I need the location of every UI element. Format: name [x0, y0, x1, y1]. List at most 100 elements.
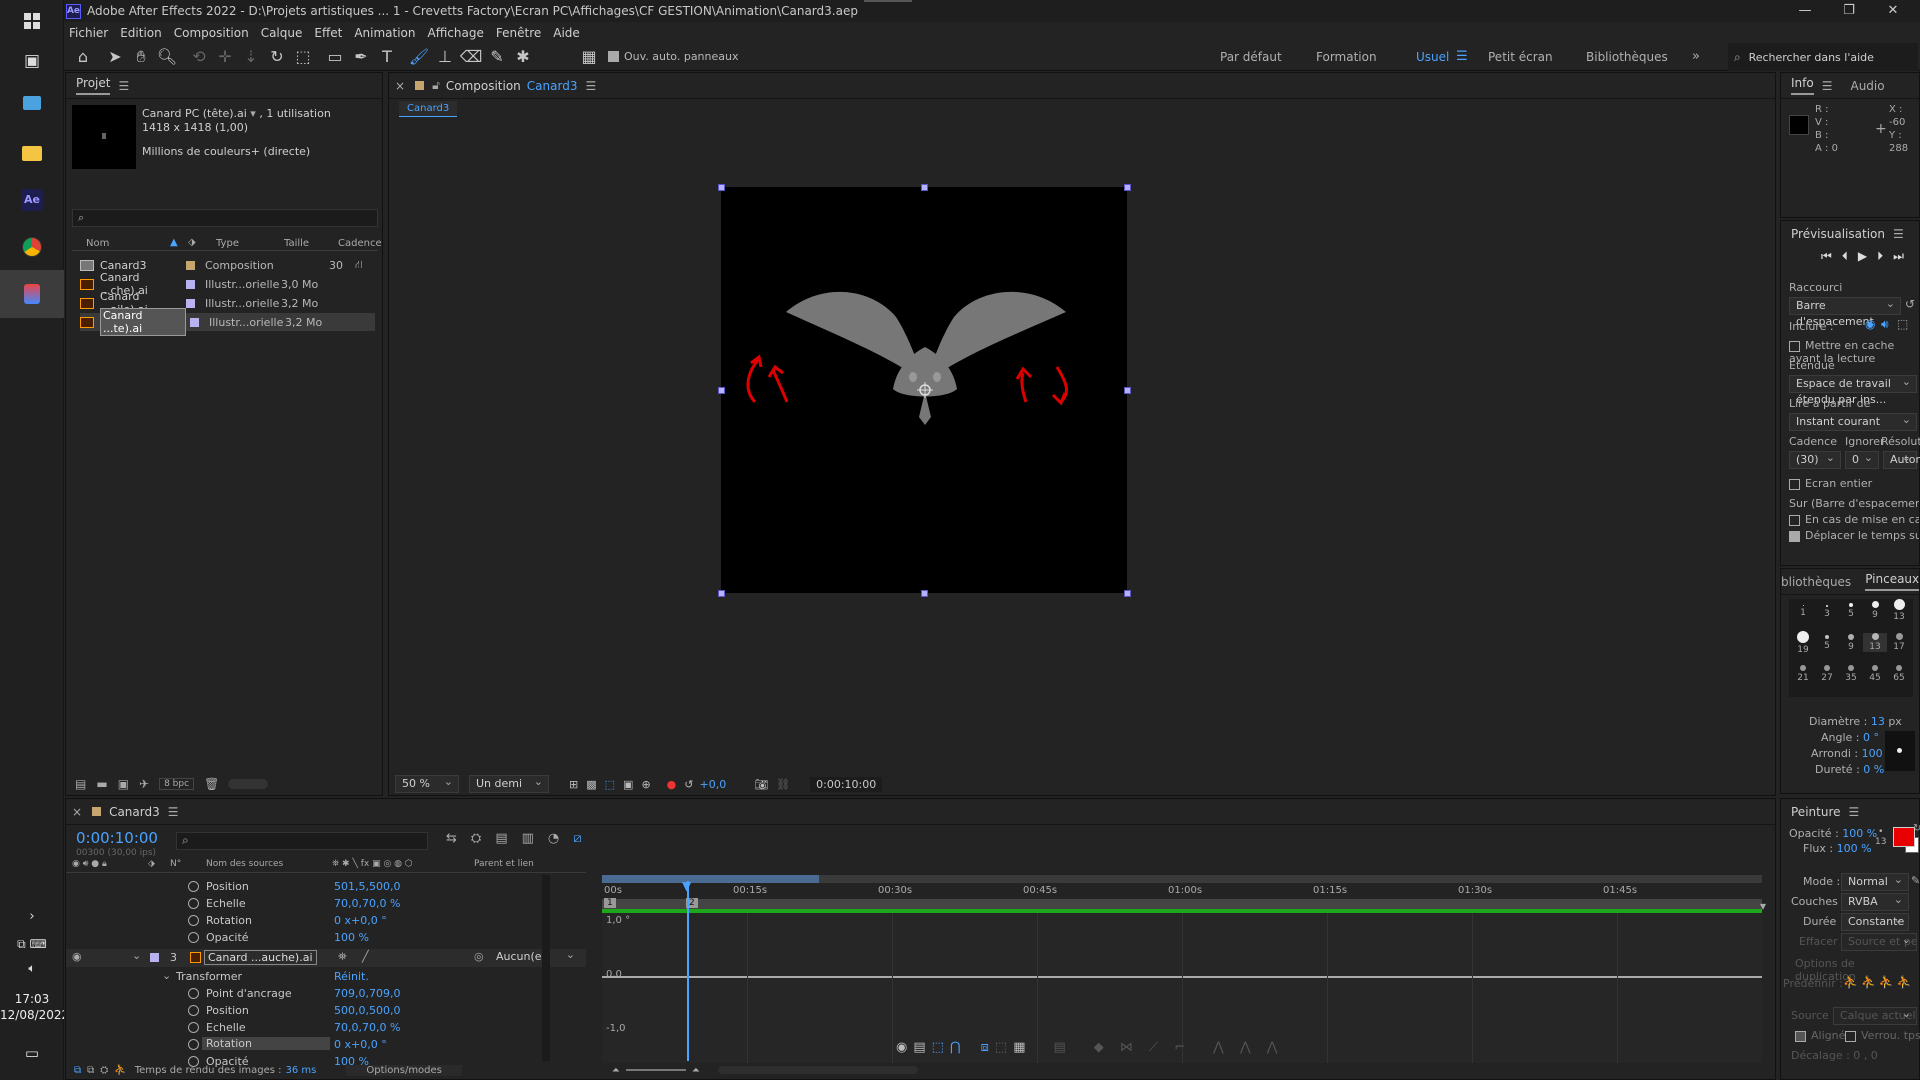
menu-affichage[interactable]: Affichage — [428, 26, 484, 40]
transform-handle[interactable] — [718, 590, 725, 597]
transform-handle[interactable] — [921, 590, 928, 597]
type-tool-icon[interactable]: T — [374, 44, 400, 70]
render-queue-icon[interactable]: ✈︎ — [139, 777, 149, 791]
pan-tool-icon[interactable]: ✛ — [212, 44, 238, 70]
chrome-icon[interactable] — [0, 232, 64, 262]
help-search[interactable]: ⌕ Rechercher dans l'aide — [1728, 43, 1918, 71]
mask-visibility-icon[interactable]: ⬚ — [605, 778, 615, 791]
stop-option-2[interactable]: Déplacer le temps sur l'instant de pré — [1789, 529, 1919, 542]
graph-separate-icon[interactable]: ▦ — [1013, 1040, 1031, 1055]
paint-duration-select[interactable]: Constante — [1841, 912, 1909, 931]
reset-icon[interactable]: ↺ — [1905, 297, 1915, 311]
transform-handle[interactable] — [1124, 590, 1131, 597]
zoom-tool-icon[interactable]: 🔍︎ — [154, 44, 180, 70]
menu-composition[interactable]: Composition — [174, 26, 249, 40]
graph-options-icon[interactable]: ▤ — [913, 1040, 931, 1055]
collapse-transform-icon[interactable]: ⛯ — [338, 950, 347, 964]
expand-chevron-icon[interactable]: ⌄ — [132, 949, 141, 962]
shy-layers-icon[interactable]: ▤ — [495, 831, 521, 846]
pick-whip-icon[interactable]: ◎ — [474, 950, 484, 963]
next-frame-icon[interactable]: ⏵ — [1877, 249, 1893, 263]
brush-preset[interactable]: 21 — [1791, 665, 1815, 683]
stopwatch-icon[interactable] — [188, 1039, 199, 1050]
libraries-tab[interactable]: bliothèques — [1781, 575, 1851, 589]
menu-aide[interactable]: Aide — [553, 26, 580, 40]
label-tag-icon[interactable]: ⬗ — [188, 237, 196, 248]
prop-value[interactable]: 70,0,70,0 % — [334, 897, 400, 910]
workspace-petit-ecran[interactable]: Petit écran — [1488, 43, 1553, 71]
paint-erase-select[interactable]: Source et peinture d... — [1841, 933, 1917, 951]
work-area-bar[interactable] — [602, 875, 1762, 883]
label-swatch[interactable] — [190, 317, 199, 327]
auto-panels-checkbox[interactable] — [608, 51, 619, 62]
hand-tool-icon[interactable]: ✋︎ — [128, 44, 154, 70]
panels-toggle-icon[interactable]: ▦ — [576, 44, 602, 70]
stopwatch-icon[interactable] — [188, 881, 199, 892]
toggle-render-time-icon[interactable]: ⛹ — [114, 1065, 126, 1076]
eraser-tool-icon[interactable]: ⌫ — [458, 44, 484, 70]
shortcut-select[interactable]: Barre d'espacement — [1789, 296, 1901, 328]
volume-icon[interactable]: 🔈︎ — [0, 958, 64, 978]
info-menu-icon[interactable]: ☰ — [1822, 79, 1833, 93]
file-explorer-icon[interactable] — [0, 138, 64, 168]
sort-asc-icon[interactable]: ▲ — [170, 237, 178, 248]
close-panel-icon[interactable]: × — [72, 805, 82, 819]
fit-selection-icon[interactable]: ⧈ — [981, 1040, 995, 1055]
include-overlays-icon[interactable]: ⬚ — [1897, 317, 1908, 331]
prop-value[interactable]: 0 x+0,0 ° — [334, 914, 387, 927]
layer-row[interactable]: ◉ ⌄ 3 Canard ...auche).ai ⛯ ╱ ◎ Aucun(e) — [66, 947, 586, 967]
play-icon[interactable]: ▶ — [1858, 249, 1877, 263]
work-area-range[interactable] — [602, 875, 819, 883]
range-select[interactable]: Espace de travail étendu par ins... — [1789, 374, 1917, 406]
brush-preset[interactable]: 65 — [1887, 665, 1911, 683]
label-swatch[interactable] — [186, 260, 195, 270]
fast-previews-icon[interactable]: ⊞ — [569, 778, 578, 791]
layer-label-swatch[interactable] — [150, 953, 159, 962]
prop-value[interactable]: 709,0,709,0 — [334, 987, 400, 1000]
reset-exposure-icon[interactable]: ↺ — [684, 778, 693, 791]
clone-stamp-tool-icon[interactable]: ⊥ — [432, 44, 458, 70]
aligned-option[interactable]: Aligné — [1795, 1029, 1845, 1042]
layer-visibility-icon[interactable]: ◉ — [72, 950, 82, 963]
current-time-indicator[interactable] — [687, 881, 689, 1061]
include-audio-icon[interactable]: 🔊︎ — [1881, 317, 1889, 332]
timeline-menu-icon[interactable]: ☰ — [168, 805, 179, 819]
parent-select[interactable]: Aucun(e) — [490, 947, 580, 967]
comp-mini-flowchart-icon[interactable]: ⇆ — [446, 831, 471, 846]
first-frame-icon[interactable]: ⏮ — [1821, 249, 1842, 263]
toggle-in-out-icon[interactable]: ⛭ — [100, 1065, 108, 1076]
transform-handle[interactable] — [921, 184, 928, 191]
playhead-icon[interactable]: ▼ — [682, 879, 691, 893]
timeline-end-icon[interactable]: ▾ — [1760, 899, 1766, 913]
fit-all-icon[interactable]: ⬚ — [995, 1040, 1013, 1055]
eyedropper-icon[interactable]: ✎ — [1911, 874, 1920, 887]
brush-preset[interactable]: 27 — [1815, 665, 1839, 683]
show-properties-icon[interactable]: ◉ — [896, 1040, 913, 1055]
workspace-usuel[interactable]: Usuel — [1416, 43, 1449, 71]
timeline-timecode[interactable]: 0:00:10:00 — [76, 829, 158, 847]
roto-brush-tool-icon[interactable]: ✎ — [484, 44, 510, 70]
exposure-value[interactable]: +0,0 — [699, 778, 726, 791]
timeline-zoom-slider[interactable] — [625, 1069, 686, 1071]
brushes-tab[interactable]: Pinceaux — [1865, 572, 1920, 591]
home-icon[interactable]: ⌂ — [70, 44, 96, 70]
label-swatch[interactable] — [186, 279, 195, 289]
orbit-tool-icon[interactable]: ⟲ — [186, 44, 212, 70]
menu-fenetre[interactable]: Fenêtre — [496, 26, 541, 40]
interpret-footage-icon[interactable]: ▤ — [75, 777, 86, 791]
prop-value[interactable]: 70,0,70,0 % — [334, 1021, 400, 1034]
rectangle-tool-icon[interactable]: ▭ — [322, 44, 348, 70]
paint-app-icon[interactable] — [0, 270, 64, 318]
menu-animation[interactable]: Animation — [354, 26, 415, 40]
col-size[interactable]: Taille — [284, 238, 309, 249]
snap-icon[interactable]: ⋂ — [950, 1040, 967, 1055]
task-view-icon[interactable]: ▣ — [0, 48, 64, 74]
brush-preset[interactable]: 9 — [1863, 601, 1887, 620]
preview-menu-icon[interactable]: ☰ — [1893, 227, 1904, 241]
workspace-par-defaut[interactable]: Par défaut — [1220, 43, 1282, 71]
fullscreen-option[interactable]: Ecran entier — [1789, 477, 1872, 490]
chevron-down-icon[interactable]: ▾ — [250, 107, 256, 120]
maximize-icon[interactable]: ❐ — [1826, 0, 1872, 22]
color-channels-icon[interactable]: ● — [667, 778, 677, 791]
workspace-menu-icon[interactable]: ☰ — [1456, 43, 1468, 71]
